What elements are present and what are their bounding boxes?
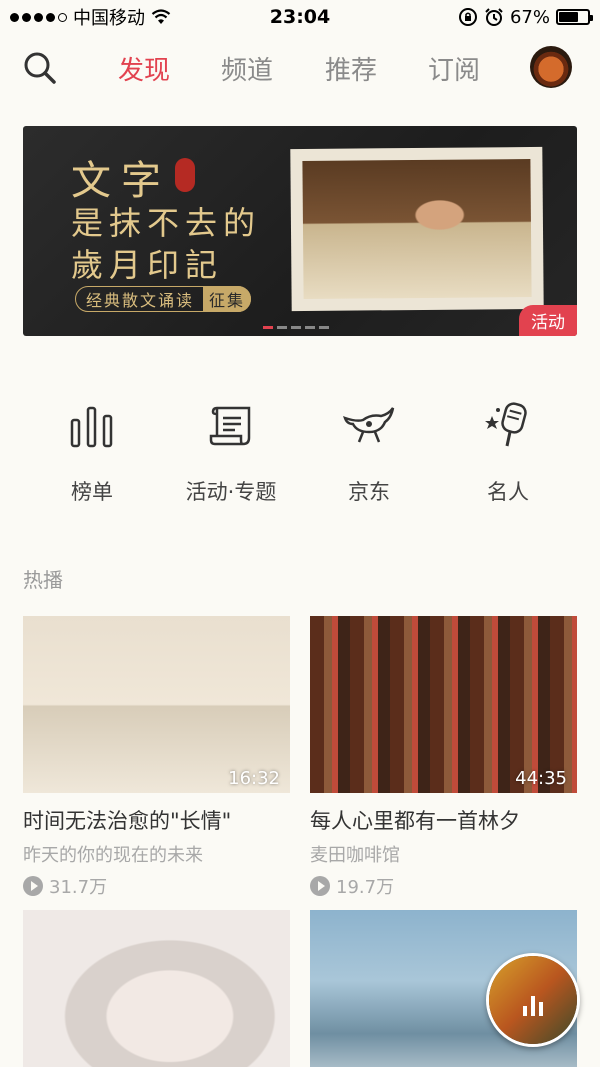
banner-photo xyxy=(290,146,544,312)
quick-link-events[interactable]: 活动·专题 xyxy=(161,400,301,506)
carousel-indicators xyxy=(263,326,329,329)
banner-pill-text: 经典散文诵读 xyxy=(86,291,195,310)
wifi-icon xyxy=(151,9,171,24)
rotation-lock-icon xyxy=(458,8,477,26)
top-nav: 发现 频道 推荐 订阅 xyxy=(0,42,600,94)
equalizer-icon xyxy=(523,994,543,1016)
microphone-star-icon xyxy=(485,402,527,447)
play-count-value: 31.7万 xyxy=(49,877,108,898)
chart-bars-icon xyxy=(70,406,113,448)
carousel-dot[interactable] xyxy=(291,326,301,329)
tab-channels[interactable]: 频道 xyxy=(221,50,273,87)
video-thumbnail xyxy=(23,910,290,1067)
play-count: 31.7万 xyxy=(23,873,290,899)
section-title: 热播 xyxy=(23,568,63,592)
battery-icon xyxy=(556,9,593,25)
promo-banner[interactable]: 文字 是抹不去的 歲月印記 经典散文诵读 征集 活动 xyxy=(23,126,577,336)
alarm-icon xyxy=(485,8,503,26)
carousel-dot[interactable] xyxy=(319,326,329,329)
search-icon[interactable] xyxy=(22,50,58,86)
clock: 23:04 xyxy=(269,6,331,28)
banner-tag: 活动 xyxy=(519,305,577,336)
video-duration: 44:35 xyxy=(515,768,567,789)
play-icon xyxy=(310,876,330,896)
banner-line2: 是抹不去的 xyxy=(71,204,262,242)
video-card[interactable]: 44:35 每人心里都有一首林夕 麦田咖啡馆 19.7万 xyxy=(310,616,577,899)
video-title: 每人心里都有一首林夕 xyxy=(310,809,520,833)
quick-link-label: 活动·专题 xyxy=(185,480,277,504)
signal-icon xyxy=(10,12,67,22)
carousel-dot[interactable] xyxy=(263,326,273,329)
avatar[interactable] xyxy=(530,46,572,88)
tab-recommend[interactable]: 推荐 xyxy=(325,50,377,87)
tab-discover[interactable]: 发现 xyxy=(118,50,170,87)
video-subtitle: 麦田咖啡馆 xyxy=(310,845,400,866)
play-count: 19.7万 xyxy=(310,873,577,899)
video-duration: 16:32 xyxy=(228,768,280,789)
video-card[interactable] xyxy=(23,910,290,1067)
play-count-value: 19.7万 xyxy=(336,877,395,898)
video-subtitle: 昨天的你的现在的未来 xyxy=(23,845,203,866)
seal-icon xyxy=(175,158,195,192)
quick-link-jd[interactable]: 京东 xyxy=(299,400,439,506)
quick-links: 榜单 活动·专题 京东 名人 xyxy=(0,400,600,510)
quick-link-label: 京东 xyxy=(348,480,390,504)
scroll-icon xyxy=(209,406,251,446)
now-playing-button[interactable] xyxy=(486,953,580,1047)
video-thumbnail: 44:35 xyxy=(310,616,577,793)
quick-link-label: 名人 xyxy=(487,480,529,504)
jd-dog-icon xyxy=(343,407,395,443)
tab-subscribe[interactable]: 订阅 xyxy=(428,50,480,87)
banner-line3: 歲月印記 xyxy=(71,246,224,284)
carrier-label: 中国移动 xyxy=(73,8,145,29)
quick-link-rankings[interactable]: 榜单 xyxy=(22,400,162,506)
carousel-dot[interactable] xyxy=(305,326,315,329)
video-card[interactable]: 16:32 时间无法治愈的"长情" 昨天的你的现在的未来 31.7万 xyxy=(23,616,290,899)
banner-pill: 经典散文诵读 征集 xyxy=(75,286,251,312)
banner-pill-highlight: 征集 xyxy=(202,286,251,312)
status-bar: 中国移动 23:04 67% xyxy=(0,0,600,34)
play-icon xyxy=(23,876,43,896)
battery-percent: 67% xyxy=(509,6,550,28)
video-thumbnail: 16:32 xyxy=(23,616,290,793)
carousel-dot[interactable] xyxy=(277,326,287,329)
video-title: 时间无法治愈的"长情" xyxy=(23,809,232,833)
quick-link-celebrities[interactable]: 名人 xyxy=(438,400,578,506)
quick-link-label: 榜单 xyxy=(71,480,113,504)
